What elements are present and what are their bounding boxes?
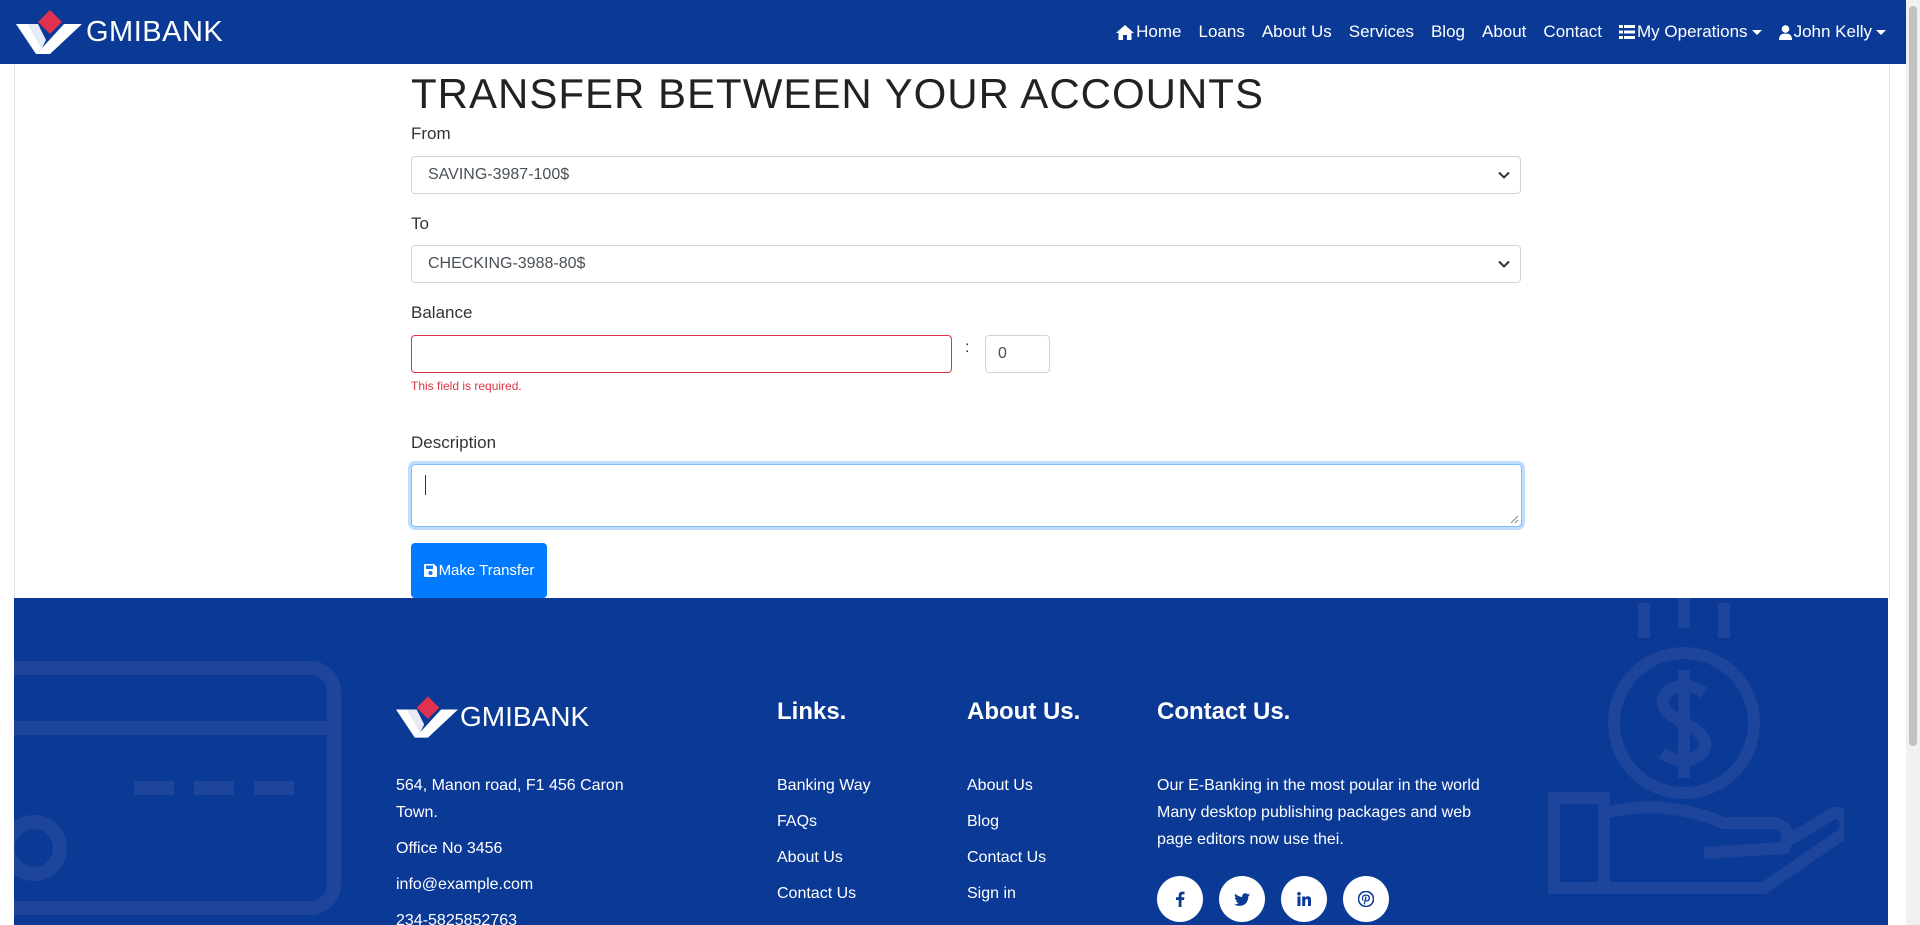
nav-contact[interactable]: Contact — [1543, 22, 1602, 42]
chevron-down-icon — [1876, 29, 1886, 35]
page-title: TRANSFER BETWEEN YOUR ACCOUNTS — [411, 70, 1264, 117]
balance-error-message: This field is required. — [411, 379, 522, 393]
balance-input[interactable] — [411, 335, 952, 373]
balance-separator: : — [965, 339, 970, 356]
balance-label: Balance — [411, 303, 473, 322]
linkedin-button[interactable] — [1281, 876, 1327, 922]
nav-services[interactable]: Services — [1349, 22, 1414, 42]
footer-about-heading: About Us. — [967, 698, 1081, 725]
footer-phone: 234-5825852763 — [396, 912, 518, 925]
footer-about-link-about-us[interactable]: About Us — [967, 777, 1033, 795]
scrollbar-thumb[interactable] — [1909, 6, 1917, 746]
to-account-select[interactable]: CHECKING-3988-80$ — [411, 245, 1521, 283]
nav-home[interactable]: Home — [1116, 22, 1182, 42]
footer-about-link-blog[interactable]: Blog — [967, 813, 999, 831]
coin-hand-background-icon — [1548, 598, 1844, 894]
footer-link-banking-way[interactable]: Banking Way — [777, 777, 871, 795]
footer-office: Office No 3456 — [396, 840, 503, 857]
from-account-select[interactable]: SAVING-3987-100$ — [411, 156, 1521, 194]
twitter-button[interactable] — [1219, 876, 1265, 922]
linkedin-icon — [1297, 892, 1311, 906]
nav-about[interactable]: About — [1482, 22, 1526, 42]
user-icon — [1778, 24, 1792, 40]
balance-cents-input[interactable]: 0 — [985, 335, 1050, 373]
pinterest-icon — [1358, 891, 1374, 907]
save-icon — [423, 564, 437, 577]
make-transfer-button[interactable]: Make Transfer — [411, 543, 547, 598]
footer-brand-name: GMIBANK — [460, 701, 590, 732]
gmibank-logo-icon — [396, 696, 458, 738]
nav-loans[interactable]: Loans — [1199, 22, 1245, 42]
footer-link-contact-us[interactable]: Contact Us — [777, 885, 856, 903]
nav-links: Home Loans About Us Services Blog About … — [1099, 22, 1886, 42]
transfer-card: TRANSFER BETWEEN YOUR ACCOUNTS From SAVI… — [14, 64, 1890, 598]
credit-card-background-icon — [14, 661, 341, 915]
facebook-icon — [1176, 891, 1185, 907]
footer-address: 564, Manon road, F1 456 Caron Town. — [396, 777, 624, 821]
chevron-down-icon — [1751, 29, 1762, 35]
home-icon — [1116, 24, 1135, 40]
twitter-icon — [1234, 892, 1250, 906]
chevron-down-icon — [1498, 260, 1510, 268]
footer-links-heading: Links. — [777, 698, 847, 725]
footer-email[interactable]: info@example.com — [396, 871, 533, 898]
nav-blog[interactable]: Blog — [1431, 22, 1465, 42]
footer-about-link-contact-us[interactable]: Contact Us — [967, 849, 1046, 867]
nav-about-us[interactable]: About Us — [1262, 22, 1332, 42]
resize-handle-icon[interactable] — [1510, 515, 1519, 524]
to-label: To — [411, 214, 429, 233]
pinterest-button[interactable] — [1343, 876, 1389, 922]
footer-link-about-us[interactable]: About Us — [777, 849, 843, 867]
text-cursor — [425, 475, 426, 495]
footer-contact-heading: Contact Us. — [1157, 698, 1291, 725]
description-label: Description — [411, 433, 497, 452]
footer-about-link-sign-in[interactable]: Sign in — [967, 885, 1016, 903]
chevron-down-icon — [1498, 171, 1510, 179]
page-scrollbar[interactable] — [1906, 0, 1920, 925]
nav-user-menu[interactable]: John Kelly — [1778, 22, 1886, 42]
footer-link-faqs[interactable]: FAQs — [777, 813, 817, 831]
facebook-button[interactable] — [1157, 876, 1203, 922]
list-icon — [1619, 25, 1636, 39]
description-textarea[interactable] — [411, 464, 1522, 527]
nav-my-operations[interactable]: My Operations — [1619, 22, 1762, 42]
footer-brand-logo[interactable]: GMIBANK — [396, 696, 589, 738]
brand-logo[interactable]: GMIBANK — [16, 10, 223, 54]
from-label: From — [411, 124, 451, 143]
gmibank-logo-icon — [16, 10, 82, 54]
brand-name: GMIBANK — [86, 15, 224, 48]
footer: GMIBANK 564, Manon road, F1 456 Caron To… — [14, 598, 1888, 925]
footer-contact-text: Our E-Banking in the most poular in the … — [1157, 777, 1480, 848]
top-navbar: GMIBANK Home Loans About Us Services Blo… — [0, 0, 1906, 64]
